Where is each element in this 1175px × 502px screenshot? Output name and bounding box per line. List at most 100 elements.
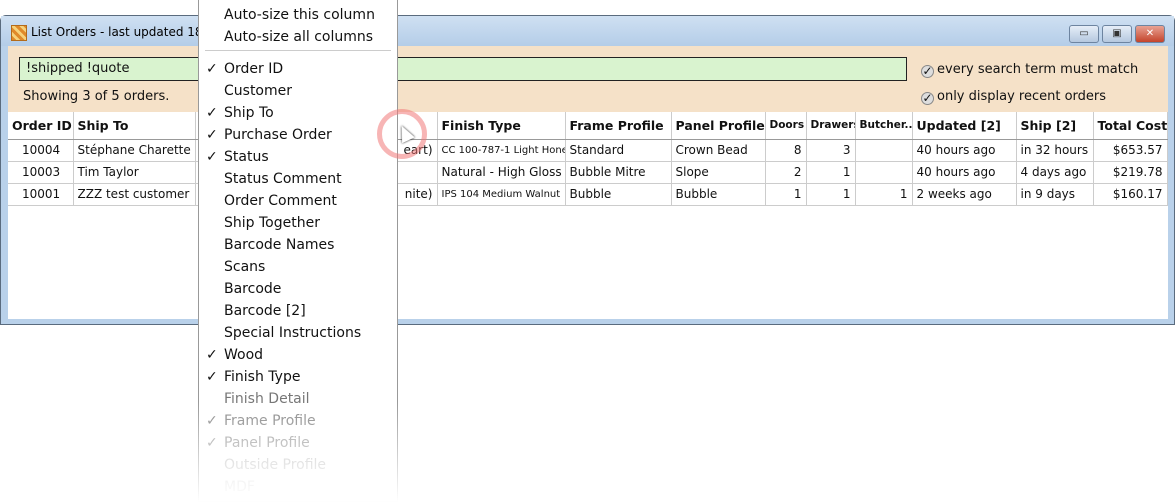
menu-item-order-id[interactable]: ✓ Order ID [199,58,397,80]
every-term-label: every search term must match [937,62,1139,77]
table-cell: Natural - High Gloss [437,161,566,184]
menu-item-autosize-all[interactable]: Auto-size all columns [199,26,397,48]
table-cell [855,161,913,184]
table-cell: 10001 [8,183,74,206]
menu-item-label: Barcode [2] [224,303,306,319]
checkmark-icon: ✓ [206,413,218,429]
table-cell: in 32 hours [1016,139,1094,162]
table-cell: in 9 days [1016,183,1094,206]
menu-item-special-instructions[interactable]: Special Instructions [199,322,397,344]
menu-item-scans[interactable]: Scans [199,256,397,278]
table-cell: Stéphane Charette [73,139,196,162]
menu-item-status-comment[interactable]: Status Comment [199,168,397,190]
menu-item-autosize-column[interactable]: Auto-size this column [199,4,397,26]
menu-item-order-comment[interactable]: Order Comment [199,190,397,212]
menu-item-label: Purchase Order [224,127,332,143]
column-header[interactable]: Updated [2] [912,112,1017,140]
table-cell: 1 [855,183,913,206]
menu-item-wood[interactable]: ✓ Wood [199,344,397,366]
table-cell: IPS 104 Medium Walnut [437,183,566,206]
checkmark-icon: ✓ [206,61,218,77]
menu-separator [205,50,391,51]
table-cell: Slope [671,161,766,184]
table-cell: 1 [806,161,856,184]
table-cell: 1 [806,183,856,206]
column-header[interactable]: Butcher... [855,112,913,140]
column-header[interactable]: Panel Profile [671,112,766,140]
table-row[interactable]: 10001 ZZZ test customer nite) IPS 104 Mediu… [8,183,1168,206]
menu-item-status[interactable]: ✓ Status [199,146,397,168]
filter-panel: !shipped !quote Showing 3 of 5 orders. ✓… [8,46,1168,112]
column-header[interactable]: Doors [765,112,807,140]
table-cell: Standard [565,139,672,162]
title-bar[interactable]: List Orders - last updated 18 mi ▭ ▣ ✕ [1,16,1174,46]
menu-item-customer[interactable]: Customer [199,80,397,102]
menu-item-label: Scans [224,259,266,275]
menu-item-ship-together[interactable]: Ship Together [199,212,397,234]
menu-item-ship-to[interactable]: ✓ Ship To [199,102,397,124]
menu-item-label: Status [224,149,269,165]
menu-item-finish-type[interactable]: ✓ Finish Type [199,366,397,388]
menu-item-label: Outside Profile [224,457,327,473]
table-cell: Crown Bead [671,139,766,162]
table-cell: 10004 [8,139,74,162]
column-header[interactable]: Frame Profile [565,112,672,140]
table-cell: 4 days ago [1016,161,1094,184]
menu-item-panel-profile[interactable]: ✓ Panel Profile [199,432,397,454]
column-header[interactable]: Finish Type [437,112,566,140]
checkmark-icon: ✓ [206,127,218,143]
app-icon [11,25,27,41]
window-title: List Orders - last updated 18 mi [31,25,222,39]
table-cell: Bubble Mitre [565,161,672,184]
checkmark-icon: ✓ [921,64,934,78]
restore-button[interactable]: ▣ [1102,25,1132,43]
every-term-checkbox[interactable]: ✓ every search term must match [921,62,1138,78]
column-context-menu: Auto-size this column Auto-size all colu… [198,0,398,502]
checkmark-icon: ✓ [206,149,218,165]
checkmark-icon: ✓ [921,91,934,105]
table-cell: 8 [765,139,807,162]
recent-orders-checkbox[interactable]: ✓ only display recent orders [921,89,1106,105]
search-input[interactable]: !shipped !quote [19,57,907,81]
minimize-button[interactable]: ▭ [1069,25,1099,43]
table-cell: CC 100-787-1 Light Honey [437,139,566,162]
table-row[interactable]: 10003 Tim Taylor Natural - High Gloss Bubbl… [8,161,1168,184]
menu-item-purchase-order[interactable]: ✓ Purchase Order [199,124,397,146]
menu-item-label: Customer [224,83,293,99]
menu-item-label: Barcode Names [224,237,335,253]
table-cell: $160.17 [1093,183,1168,206]
menu-item-finish-detail[interactable]: Finish Detail [199,388,397,410]
menu-item-barcode-names[interactable]: Barcode Names [199,234,397,256]
menu-item-label: Wood [224,347,264,363]
menu-item-label: Finish Detail [224,391,310,407]
table-cell: 40 hours ago [912,161,1017,184]
column-header[interactable]: Ship [2] [1016,112,1094,140]
table-cell: 1 [765,183,807,206]
table-cell: Bubble [671,183,766,206]
menu-item-mdf[interactable]: MDF [199,476,397,498]
table-row[interactable]: 10004 Stéphane Charette eart) CC 100-787-1 … [8,139,1168,162]
column-header[interactable]: Drawers [806,112,856,140]
checkmark-icon: ✓ [206,435,218,451]
status-text: Showing 3 of 5 orders. [23,89,170,104]
menu-item-outside-profile[interactable]: Outside Profile [199,454,397,476]
checkmark-icon: ✓ [206,105,218,121]
table-cell: 3 [806,139,856,162]
column-header[interactable]: Order ID [8,112,74,140]
menu-item-label: Order Comment [224,193,337,209]
menu-item-barcode-2[interactable]: Barcode [2] [199,300,397,322]
menu-item-barcode[interactable]: Barcode [199,278,397,300]
list-orders-window: List Orders - last updated 18 mi ▭ ▣ ✕ !… [0,15,1175,325]
menu-item-label: Frame Profile [224,413,316,429]
column-header[interactable]: Total Cost [1093,112,1168,140]
table-cell: Bubble [565,183,672,206]
menu-item-label: Ship To [224,105,274,121]
menu-item-frame-profile[interactable]: ✓ Frame Profile [199,410,397,432]
close-button[interactable]: ✕ [1135,25,1165,43]
menu-item-label: Ship Together [224,215,320,231]
table-cell: $219.78 [1093,161,1168,184]
column-header[interactable]: Ship To [73,112,196,140]
recent-orders-label: only display recent orders [937,89,1107,104]
menu-item-label: Panel Profile [224,435,310,451]
table-cell: 2 [765,161,807,184]
